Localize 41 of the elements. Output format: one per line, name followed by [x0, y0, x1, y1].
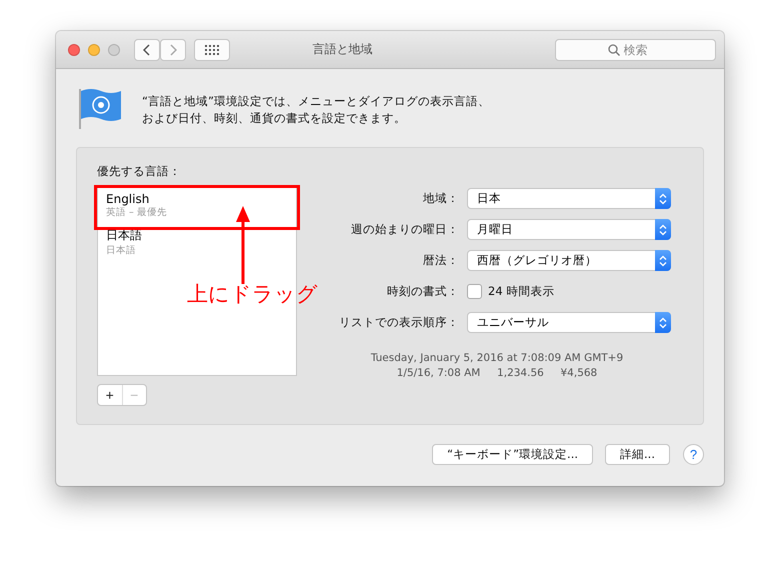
stepper-icon	[655, 312, 671, 333]
popup-menu[interactable]: ユニバーサル	[467, 312, 671, 333]
minimize-button[interactable]	[88, 44, 100, 56]
stepper-icon	[655, 219, 671, 240]
dialog-button[interactable]: “キーボード”環境設定...	[432, 444, 594, 465]
language-subtitle: 英語 – 最優先	[106, 206, 168, 219]
setting-label: 時刻の書式：	[387, 284, 459, 299]
language-name[interactable]: English	[106, 192, 288, 206]
setting-label: 週の始まりの曜日：	[351, 222, 459, 237]
popup-menu[interactable]: 月曜日	[467, 219, 671, 240]
help-button[interactable]: ?	[683, 444, 704, 465]
add-button[interactable]: +	[98, 385, 122, 405]
search-input[interactable]: 検索	[624, 42, 664, 56]
back-button[interactable]	[134, 38, 160, 60]
flag-icon	[78, 87, 122, 129]
checkbox[interactable]	[467, 284, 482, 299]
setting-label: 地域：	[423, 191, 459, 206]
window-title: 言語と地域	[312, 41, 374, 58]
stepper-icon	[655, 188, 671, 209]
setting-label: リストでの表示順序：	[339, 315, 459, 330]
chevron-right-icon	[169, 44, 177, 56]
format-preview: 1/5/16, 7:08 AM 1,234.56 ¥4,568	[396, 366, 598, 381]
popup-menu[interactable]: 日本	[467, 188, 671, 209]
stepper-icon	[655, 250, 671, 271]
search-icon	[608, 44, 620, 56]
section-label: 優先する言語：	[97, 164, 182, 179]
dialog-button[interactable]: 詳細...	[605, 444, 670, 465]
language-subtitle: 日本語	[106, 244, 137, 257]
annotation-text: 上にドラッグ	[187, 281, 318, 308]
checkbox-label: 24 時間表示	[488, 284, 554, 299]
format-preview: Tuesday, January 5, 2016 at 7:08:09 AM GMT+9	[370, 351, 624, 366]
zoom-button[interactable]	[108, 44, 120, 56]
description-text: “言語と地域”環境設定では、メニューとダイアログの表示言語、	[142, 93, 490, 110]
show-all-button[interactable]	[194, 38, 230, 60]
close-button[interactable]	[68, 44, 80, 56]
setting-label: 暦法：	[423, 253, 459, 268]
chevron-left-icon	[143, 44, 151, 56]
popup-menu[interactable]: 西暦（グレゴリオ暦）	[467, 250, 671, 271]
grid-icon	[204, 44, 220, 54]
search-field[interactable]: 検索	[555, 38, 716, 60]
description-text: および日付、時刻、通貨の書式を設定できます。	[142, 110, 406, 127]
